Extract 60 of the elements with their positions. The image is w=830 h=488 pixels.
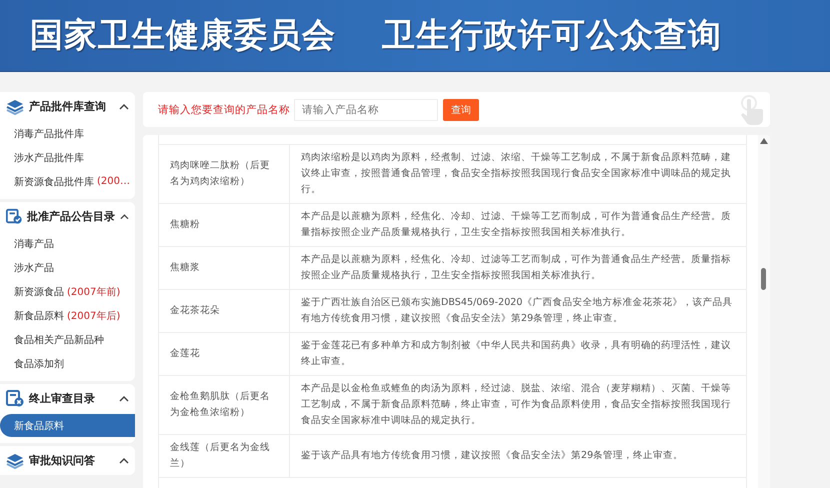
product-name-cell-text: 金线莲（后更名为金线兰）	[169, 441, 271, 472]
nav-item[interactable]: 消毒产品批件库	[0, 122, 135, 145]
site-title: 国家卫生健康委员会	[30, 14, 336, 56]
document-check-icon	[6, 208, 22, 225]
nav-item[interactable]: 食品添加剂	[0, 352, 135, 375]
layers-icon	[6, 452, 24, 468]
nav-item[interactable]: 新食品原料 (2007年后)	[0, 304, 135, 327]
section-header[interactable]: 审批知识问答	[0, 446, 135, 475]
nav-label: 涉水产品	[14, 262, 54, 274]
nav-item[interactable]: 涉水产品批件库	[0, 146, 135, 169]
nav-label: 新食品原料	[14, 420, 64, 432]
description-cell: 本产品是以金枪鱼或鲣鱼的肉汤为原料，经过滤、脱盐、浓缩、混合（麦芽糊精）、灭菌、干燥等工艺制成，不属于新食品原料范畴，终止审查，可作为食品原料使用，食品安全指标按照我国现行食品安全国家标准中调味品的规定执行。	[289, 376, 746, 434]
description-cell: 鉴于广西壮族自治区已颁布实施DBS45/069-2020《广西食品安全地方标准金花茶花》，该产品具有地方传统食用习惯，建议按照《食品安全法》第29条管理，终止审查。	[289, 290, 746, 332]
nav-label: 新资源食品	[14, 286, 64, 298]
nav-label: 新资源食品批件库	[14, 176, 94, 188]
product-name-cell-text: 金枪鱼鹅肌肽（后更名为金枪鱼浓缩粉）	[169, 390, 271, 420]
product-name-cell-text: 焦糖粉	[169, 218, 201, 232]
nav-note: (2007年前)	[67, 286, 120, 298]
layers-icon	[6, 98, 24, 114]
product-name-cell-text: 焦糖浆	[169, 261, 201, 276]
nav-note: (200…	[97, 176, 130, 187]
section-title: 终止审查目录	[29, 391, 96, 406]
nav-item[interactable]: 新资源食品 (2007年前)	[0, 280, 135, 303]
description-cell: 鉴于金莲花已有多种单方和成方制剂被《中华人民共和国药典》收录，具有明确的药理活性，建议终止审查。	[289, 333, 746, 376]
description-cell: 本产品是以蔗糖为原料，经焦化、冷却、过滤等工艺而制成，可作为普通食品生产经营。质量指标按照企业产品质量规格执行，卫生安全指标按照我国相关标准执行。	[289, 247, 746, 290]
nav-item[interactable]: 食品相关产品新品种	[0, 328, 135, 351]
nav-label: 新食品原料	[14, 310, 64, 322]
chevron-up-icon[interactable]	[119, 395, 129, 402]
chevron-up-icon[interactable]	[120, 213, 129, 220]
nav-item[interactable]: 新食品原料	[0, 414, 135, 437]
section-title: 审批知识问答	[29, 453, 96, 468]
section-header[interactable]: 批准产品公告目录	[0, 202, 135, 231]
nav-item[interactable]: 消毒产品	[0, 232, 135, 255]
chevron-up-icon[interactable]	[119, 457, 129, 464]
search-label: 请输入您要查询的产品名称	[158, 102, 290, 117]
nav-label: 消毒产品批件库	[14, 128, 84, 140]
nav-note: (2007年后)	[67, 310, 120, 322]
scroll-up-icon[interactable]	[760, 138, 768, 144]
description-cell: 本产品是以蔗糖为原料，经焦化、冷却、过滤、干燥等工艺而制成，可作为普通食品生产经营。质量指标按照企业产品质量规格执行，卫生安全指标按照我国相关标准执行。	[289, 204, 746, 246]
section-title: 批准产品公告目录	[27, 209, 116, 224]
nav-label: 食品添加剂	[14, 358, 64, 370]
product-name-cell-text: 金花茶花朵	[169, 304, 221, 318]
nav-label: 涉水产品批件库	[14, 152, 84, 164]
section-header[interactable]: 终止审查目录	[0, 384, 135, 413]
document-cross-icon	[6, 390, 24, 407]
section-header[interactable]: 产品批件库查询	[0, 92, 135, 121]
description-cell: 鉴于该产品具有地方传统食用习惯，建议按照《食品安全法》第29条管理，终止审查。	[289, 435, 746, 478]
nav-label: 消毒产品	[14, 238, 54, 250]
site-title: 卫生行政许可公众查询	[382, 14, 722, 56]
pointing-hand-icon	[740, 94, 764, 125]
product-name-cell-text: 鸡肉咪唑二肽粉（后更名为鸡肉浓缩粉）	[169, 159, 271, 190]
nav-label: 食品相关产品新品种	[14, 334, 104, 346]
product-name-cell-text: 金莲花	[169, 347, 201, 362]
scrollbar-thumb[interactable]	[761, 268, 766, 290]
chevron-up-icon[interactable]	[119, 103, 129, 110]
nav-item[interactable]: 新资源食品批件库 (200…	[0, 170, 135, 193]
description-cell: 鸡肉浓缩粉是以鸡肉为原料，经煮制、过滤、浓缩、干燥等工艺制成，不属于新食品原料范畴，建议终止审查，按照普通食品管理，食品安全指标按照我国现行食品安全国家标准中调味品的规定执行。	[289, 145, 746, 204]
search-field[interactable]: 请输入产品名称	[294, 98, 438, 121]
nav-item[interactable]: 涉水产品	[0, 256, 135, 279]
section-title: 产品批件库查询	[29, 99, 107, 114]
